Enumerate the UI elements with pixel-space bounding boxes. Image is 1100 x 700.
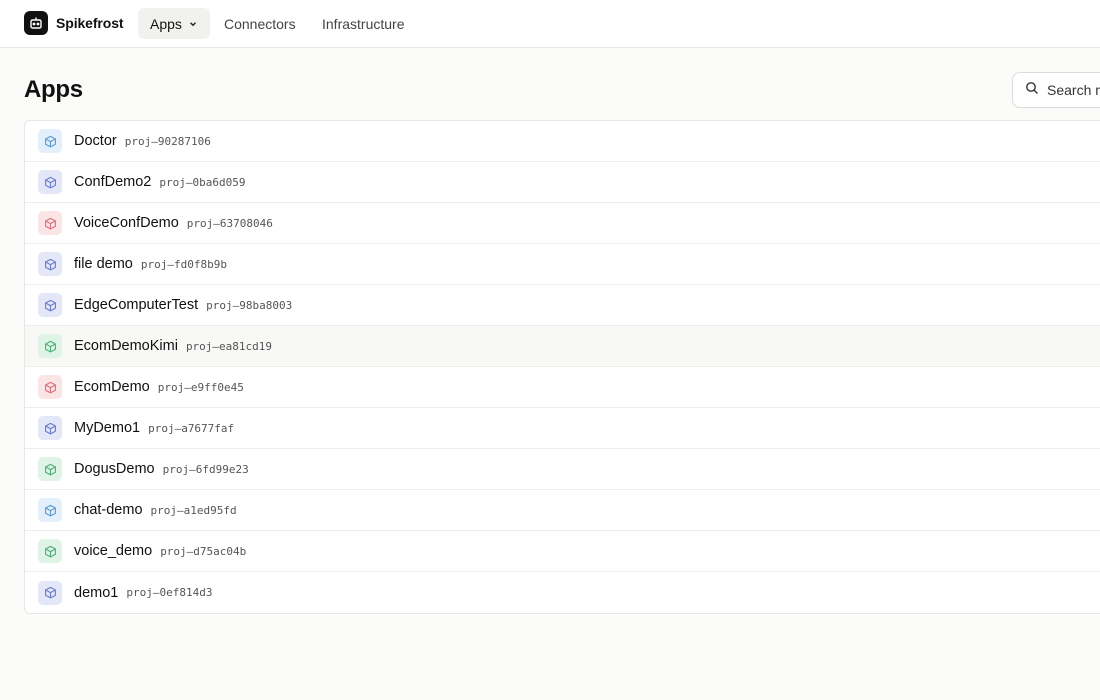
search-icon	[1025, 81, 1039, 100]
nav-apps-dropdown[interactable]: Apps	[138, 8, 210, 39]
app-name: Doctor	[74, 133, 117, 149]
app-row[interactable]: demo1 proj—0ef814d3	[25, 572, 1100, 613]
app-project-id: proj—a1ed95fd	[150, 503, 237, 517]
box-icon	[38, 170, 62, 194]
brand-name[interactable]: Spikefrost	[56, 15, 124, 31]
app-row[interactable]: Doctor proj—90287106	[25, 121, 1100, 162]
apps-list: Doctor proj—90287106 ConfDemo2 proj—0ba6…	[24, 120, 1100, 614]
nav-connectors[interactable]: Connectors	[224, 8, 296, 39]
app-name: VoiceConfDemo	[74, 215, 179, 231]
search-input[interactable]	[1047, 82, 1100, 98]
app-row[interactable]: voice_demo proj—d75ac04b	[25, 531, 1100, 572]
app-project-id: proj—d75ac04b	[160, 544, 247, 558]
app-name: voice_demo	[74, 543, 153, 559]
app-row[interactable]: DogusDemo proj—6fd99e23	[25, 449, 1100, 490]
app-project-id: proj—ea81cd19	[185, 339, 273, 353]
app-row[interactable]: file demo proj—fd0f8b9b	[25, 244, 1100, 285]
app-row[interactable]: chat-demo proj—a1ed95fd	[25, 490, 1100, 531]
app-name: MyDemo1	[74, 420, 141, 436]
app-name: EdgeComputerTest	[74, 297, 199, 313]
chevron-down-icon	[188, 16, 198, 32]
app-row[interactable]: ConfDemo2 proj—0ba6d059	[25, 162, 1100, 203]
app-name: file demo	[74, 256, 133, 272]
app-row[interactable]: MyDemo1 proj—a7677faf	[25, 408, 1100, 449]
app-row[interactable]: EcomDemo proj—e9ff0e45	[25, 367, 1100, 408]
box-icon	[38, 375, 62, 399]
box-icon	[38, 211, 62, 235]
app-project-id: proj—63708046	[186, 216, 273, 230]
app-project-id: proj—fd0f8b9b	[140, 257, 227, 271]
box-icon	[38, 498, 62, 522]
app-project-id: proj—98ba8003	[206, 298, 293, 312]
app-project-id: proj—0ba6d059	[159, 175, 246, 189]
app-name: chat-demo	[74, 502, 143, 518]
app-row[interactable]: EcomDemoKimi proj—ea81cd19	[25, 326, 1100, 367]
search-box[interactable]	[1012, 72, 1100, 108]
app-project-id: proj—0ef814d3	[126, 586, 213, 599]
app-row[interactable]: VoiceConfDemo proj—63708046	[25, 203, 1100, 244]
app-project-id: proj—a7677faf	[148, 421, 235, 435]
app-project-id: proj—90287106	[124, 134, 211, 148]
box-icon	[38, 580, 62, 605]
app-name: DogusDemo	[74, 461, 155, 477]
top-navigation-bar: Spikefrost Apps Connectors Infrastructur…	[0, 0, 1100, 48]
page-title: Apps	[24, 76, 83, 103]
app-name: EcomDemoKimi	[74, 338, 178, 354]
box-icon	[38, 334, 62, 358]
box-icon	[38, 457, 62, 481]
app-project-id: proj—e9ff0e45	[157, 380, 244, 394]
app-name: EcomDemo	[74, 379, 150, 395]
app-row[interactable]: EdgeComputerTest proj—98ba8003	[25, 285, 1100, 326]
robot-icon[interactable]	[24, 11, 48, 35]
box-icon	[38, 416, 62, 440]
box-icon	[38, 539, 62, 563]
app-name: ConfDemo2	[74, 174, 152, 190]
app-name: demo1	[74, 584, 119, 601]
nav-apps-label: Apps	[150, 15, 182, 32]
nav-infrastructure[interactable]: Infrastructure	[322, 8, 404, 39]
box-icon	[38, 252, 62, 276]
box-icon	[38, 129, 62, 153]
app-project-id: proj—6fd99e23	[162, 462, 249, 476]
box-icon	[38, 293, 62, 317]
